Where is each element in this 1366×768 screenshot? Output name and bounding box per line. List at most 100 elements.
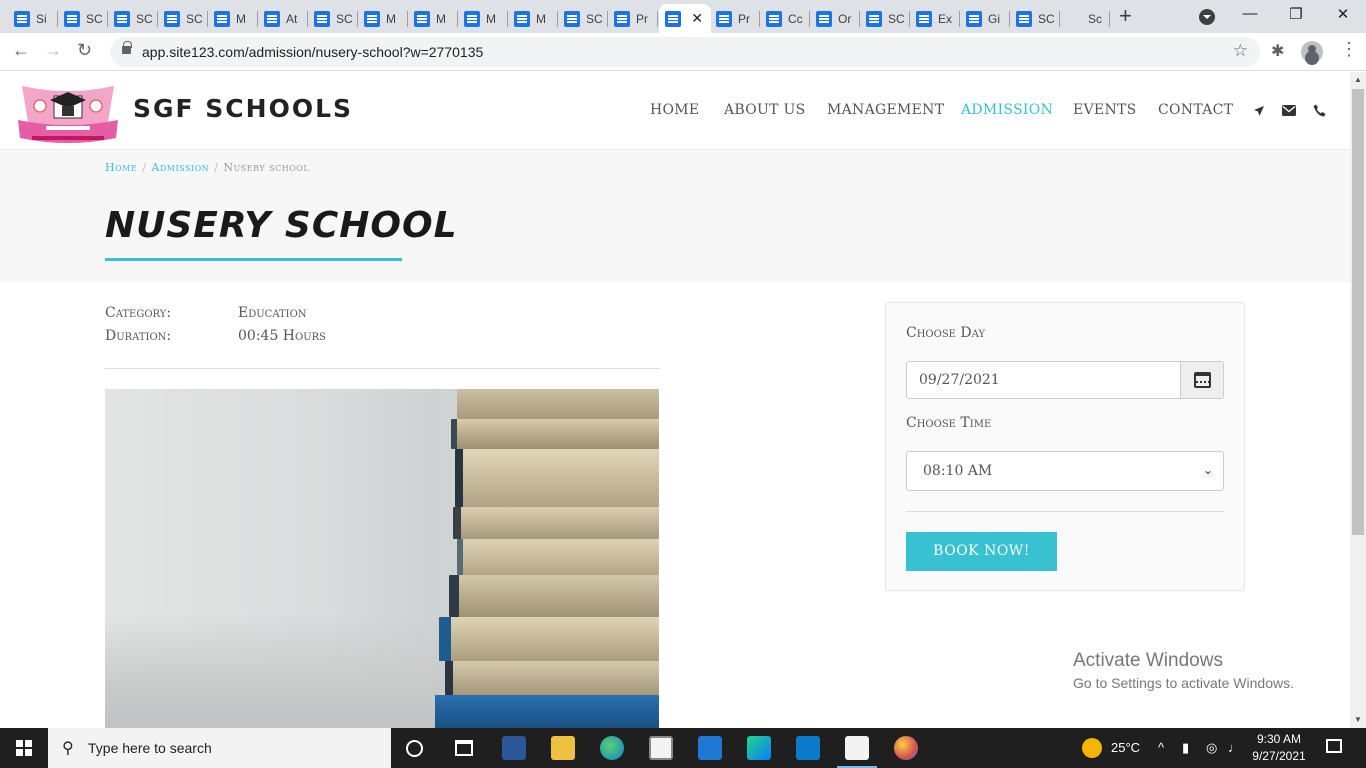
paint-icon[interactable] [894, 736, 918, 760]
browser-tab[interactable]: SC [108, 4, 158, 33]
network-icon[interactable]: ◎ [1206, 740, 1217, 756]
lock-icon[interactable] [122, 41, 132, 54]
forward-button[interactable]: → [44, 40, 62, 61]
browser-tab-active[interactable]: ✕ [659, 4, 711, 33]
browser-tab[interactable]: At [258, 4, 308, 33]
reload-button[interactable]: ↻ [77, 40, 92, 61]
system-clock[interactable]: 9:30 AM 9/27/2021 [1252, 731, 1306, 765]
page-hero: Home / Admission / Nusery school NUSERY SCHO… [0, 151, 1350, 282]
clock-time[interactable]: 9:30 AM [1252, 731, 1306, 748]
scroll-down-icon[interactable]: ▼ [1354, 715, 1362, 724]
clock-date[interactable]: 9/27/2021 [1252, 748, 1306, 765]
date-field[interactable]: 09/27/2021 [906, 361, 1224, 399]
extensions-icon[interactable]: ✱ [1271, 41, 1284, 61]
restore-button[interactable]: ❐ [1273, 5, 1319, 23]
bookmark-star-icon[interactable]: ☆ [1233, 41, 1248, 61]
new-tab-button[interactable]: + [1119, 5, 1132, 27]
back-button[interactable]: ← [12, 40, 30, 61]
taskbar-search[interactable]: ⚲ Type here to search [48, 728, 391, 768]
breadcrumb-home[interactable]: Home [105, 161, 137, 174]
browser-tab[interactable]: SC [308, 4, 358, 33]
edge-icon[interactable] [600, 736, 624, 760]
calendar-button[interactable] [1180, 362, 1223, 398]
browser-tab[interactable]: Or [810, 4, 860, 33]
nav-about-us[interactable]: ABOUT US [724, 102, 806, 118]
start-button[interactable] [16, 740, 32, 756]
close-window-button[interactable]: ✕ [1320, 5, 1366, 23]
profile-avatar-icon[interactable] [1301, 41, 1323, 63]
store-icon[interactable] [649, 736, 673, 760]
minimize-button[interactable]: — [1227, 5, 1273, 22]
browser-tab[interactable]: M [358, 4, 408, 33]
browser-tab[interactable]: Sc [1060, 4, 1187, 344]
cortana-icon[interactable] [406, 740, 423, 757]
search-icon[interactable]: ⚲ [62, 738, 74, 758]
tab-title: Sc [1088, 11, 1103, 26]
date-value[interactable]: 09/27/2021 [919, 372, 1000, 388]
browser-tab[interactable]: Gi [960, 4, 1010, 33]
choose-time-label: Choose Time [906, 415, 992, 431]
docs-icon [364, 10, 380, 27]
notifications-icon[interactable] [1326, 739, 1342, 753]
browser-tab[interactable]: Pr [608, 4, 658, 33]
battery-icon[interactable]: ▮ [1182, 740, 1189, 756]
tab-title: M [386, 11, 396, 26]
browser-toolbar: ← → ↻ app.site123.com/admission/nusery-s… [0, 33, 1366, 71]
browser-tab[interactable]: M [408, 4, 458, 33]
tab-title: Si [36, 11, 47, 26]
phone-icon[interactable] [1313, 104, 1326, 117]
school-logo[interactable] [18, 82, 118, 144]
nav-admission[interactable]: ADMISSION [961, 102, 1053, 118]
tab-search-icon[interactable] [1199, 9, 1215, 25]
weather-temperature[interactable]: 25°C [1111, 740, 1140, 755]
vscode-icon[interactable] [796, 736, 820, 760]
task-view-icon[interactable] [455, 740, 473, 756]
browser-tab[interactable]: SC [158, 4, 208, 33]
file-explorer-icon[interactable] [551, 736, 575, 760]
search-placeholder[interactable]: Type here to search [88, 740, 212, 756]
browser-tab[interactable]: Ex [910, 4, 960, 33]
scrollbar-thumb[interactable] [1352, 89, 1364, 535]
time-select[interactable]: 08:10 AM ⌄ [906, 451, 1224, 491]
browser-tab[interactable]: Pr [710, 4, 760, 33]
time-value[interactable]: 08:10 AM [923, 463, 992, 479]
docs-icon [114, 10, 130, 27]
browser-tab[interactable]: Cc [760, 4, 810, 33]
browser-tab[interactable]: M [508, 4, 558, 33]
browser-tab[interactable]: M [208, 4, 258, 33]
envelope-icon[interactable] [1282, 105, 1296, 116]
scroll-up-icon[interactable]: ▲ [1354, 75, 1362, 84]
weather-sun-icon[interactable] [1082, 738, 1102, 758]
nav-events[interactable]: EVENTS [1073, 102, 1137, 118]
nav-home[interactable]: HOME [650, 102, 699, 118]
volume-icon[interactable]: ♩ [1228, 740, 1241, 755]
browser-tab[interactable]: SC [860, 4, 910, 33]
calendar-icon[interactable] [1194, 372, 1211, 388]
browser-tab[interactable]: SC [1010, 4, 1060, 33]
notepad-icon[interactable] [845, 736, 869, 760]
word-icon[interactable] [502, 736, 526, 760]
browser-tab[interactable]: Si [8, 4, 58, 33]
breadcrumb-admission[interactable]: Admission [151, 161, 209, 174]
close-tab-icon[interactable]: ✕ [691, 10, 703, 27]
tab-title: SC [86, 11, 102, 26]
nav-contact[interactable]: CONTACT [1158, 102, 1233, 118]
brand-name[interactable]: SGF SCHOOLS [133, 94, 353, 123]
webstorm-icon[interactable] [747, 736, 771, 760]
mail-icon[interactable] [698, 736, 722, 760]
nav-management[interactable]: MANAGEMENT [827, 102, 944, 118]
browser-tab[interactable]: SC [558, 4, 608, 33]
book [457, 539, 659, 575]
docs-icon [766, 10, 782, 27]
book-now-button[interactable]: BOOK NOW! [906, 532, 1057, 571]
browser-tab[interactable]: SC [58, 4, 108, 33]
page-scrollbar[interactable]: ▲ ▼ [1350, 72, 1366, 728]
tray-chevron-icon[interactable]: ^ [1158, 740, 1164, 755]
url-text[interactable]: app.site123.com/admission/nusery-school?… [142, 44, 483, 60]
divider [105, 368, 660, 369]
location-arrow-icon[interactable] [1253, 105, 1265, 117]
browser-tab[interactable]: M [458, 4, 508, 33]
chevron-down-icon[interactable]: ⌄ [1203, 463, 1213, 477]
browser-menu-icon[interactable]: ⋮ [1340, 40, 1358, 58]
address-bar[interactable]: app.site123.com/admission/nusery-school?… [110, 37, 1260, 67]
